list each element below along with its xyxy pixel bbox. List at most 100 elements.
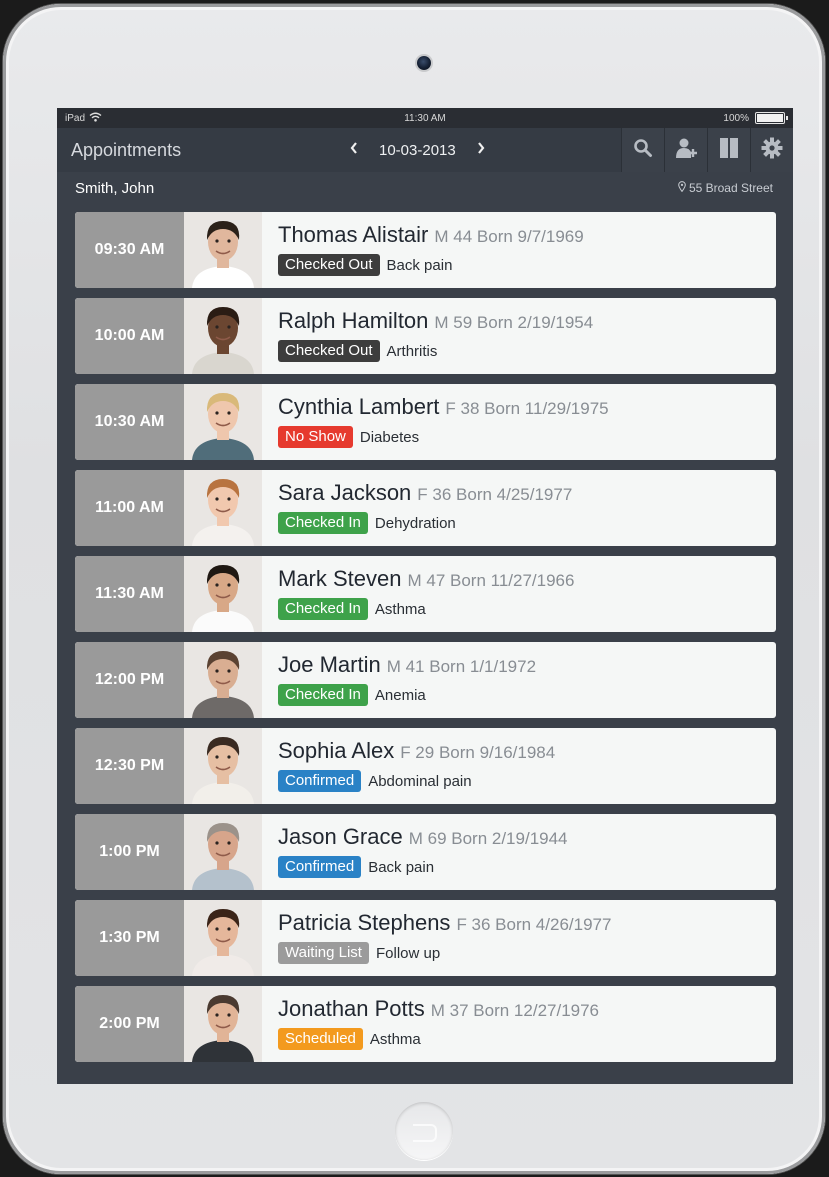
patient-demographics: M 59 Born 2/19/1954 <box>434 313 594 332</box>
patient-photo <box>184 298 262 374</box>
patient-demographics: M 44 Born 9/7/1969 <box>434 227 584 246</box>
toolbar-actions <box>621 128 793 172</box>
patient-header: Cynthia Lambert F 38 Born 11/29/1975 <box>278 394 776 420</box>
appointment-info: Ralph Hamilton M 59 Born 2/19/1954 Check… <box>262 298 776 374</box>
location-label: 55 Broad Street <box>678 181 773 195</box>
patient-photo <box>184 728 262 804</box>
appointment-time: 2:00 PM <box>75 986 184 1062</box>
appointment-row[interactable]: 10:00 AM Ralph Hamilton M 59 Born 2/19/1… <box>75 298 776 374</box>
visit-reason: Back pain <box>386 256 453 274</box>
patient-photo <box>184 986 262 1062</box>
appointment-list: 09:30 AM Thomas Alistair M 44 Born 9/7/1… <box>57 204 793 1062</box>
appointment-info: Sara Jackson F 36 Born 4/25/1977 Checked… <box>262 470 776 546</box>
status-right: 100% <box>723 112 788 124</box>
gear-icon <box>761 137 783 164</box>
visit-reason: Dehydration <box>374 514 456 532</box>
patient-photo <box>184 384 262 460</box>
appointment-row[interactable]: 11:00 AM Sara Jackson F 36 Born 4/25/197… <box>75 470 776 546</box>
patient-demographics: F 36 Born 4/26/1977 <box>456 915 612 934</box>
appointment-row[interactable]: 1:00 PM Jason Grace M 69 Born 2/19/1944 … <box>75 814 776 890</box>
appointment-details: Confirmed Back pain <box>278 856 776 878</box>
appointment-details: Waiting List Follow up <box>278 942 776 964</box>
patient-photo <box>184 642 262 718</box>
split-view-button[interactable] <box>707 128 750 172</box>
appointment-time: 1:30 PM <box>75 900 184 976</box>
appointment-row[interactable]: 12:00 PM Joe Martin M 41 Born 1/1/1972 C… <box>75 642 776 718</box>
home-button[interactable] <box>395 1102 453 1160</box>
camera-icon <box>417 56 431 70</box>
visit-reason: Back pain <box>368 858 435 876</box>
appointment-details: Checked Out Back pain <box>278 254 776 276</box>
patient-name: Ralph Hamilton <box>278 308 429 333</box>
app-screen: iPad 11:30 AM 100% Appointments 10-03-20… <box>57 108 793 1084</box>
page-title: Appointments <box>71 139 182 160</box>
patient-name: Patricia Stephens <box>278 910 451 935</box>
patient-demographics: M 37 Born 12/27/1976 <box>430 1001 600 1020</box>
date-navigator: 10-03-2013 <box>349 128 486 172</box>
patient-header: Jason Grace M 69 Born 2/19/1944 <box>278 824 776 850</box>
appointment-info: Thomas Alistair M 44 Born 9/7/1969 Check… <box>262 212 776 288</box>
patient-name: Jonathan Potts <box>278 996 425 1021</box>
patient-header: Ralph Hamilton M 59 Born 2/19/1954 <box>278 308 776 334</box>
patient-demographics: F 29 Born 9/16/1984 <box>400 743 556 762</box>
appointment-time: 11:00 AM <box>75 470 184 546</box>
status-badge: Checked Out <box>278 254 380 276</box>
appointment-row[interactable]: 11:30 AM Mark Steven M 47 Born 11/27/196… <box>75 556 776 632</box>
patient-name: Sophia Alex <box>278 738 395 763</box>
patient-header: Joe Martin M 41 Born 1/1/1972 <box>278 652 776 678</box>
battery-percent: 100% <box>723 112 749 124</box>
chevron-left-icon[interactable] <box>349 141 359 160</box>
appointment-row[interactable]: 1:30 PM Patricia Stephens F 36 Born 4/26… <box>75 900 776 976</box>
search-button[interactable] <box>621 128 664 172</box>
visit-reason: Abdominal pain <box>368 772 472 790</box>
patient-name: Thomas Alistair <box>278 222 429 247</box>
appointment-row[interactable]: 09:30 AM Thomas Alistair M 44 Born 9/7/1… <box>75 212 776 288</box>
provider-name[interactable]: Smith, John <box>75 180 154 197</box>
status-badge: Confirmed <box>278 856 362 878</box>
patient-demographics: F 36 Born 4/25/1977 <box>417 485 573 504</box>
appointment-details: Confirmed Abdominal pain <box>278 770 776 792</box>
appointment-details: No Show Diabetes <box>278 426 776 448</box>
appointment-time: 11:30 AM <box>75 556 184 632</box>
status-badge: Confirmed <box>278 770 362 792</box>
appointment-time: 09:30 AM <box>75 212 184 288</box>
patient-name: Cynthia Lambert <box>278 394 440 419</box>
patient-header: Sara Jackson F 36 Born 4/25/1977 <box>278 480 776 506</box>
map-pin-icon <box>678 181 686 195</box>
visit-reason: Asthma <box>369 1030 421 1048</box>
appointment-row[interactable]: 2:00 PM Jonathan Potts M 37 Born 12/27/1… <box>75 986 776 1062</box>
appointment-time: 12:00 PM <box>75 642 184 718</box>
appointment-row[interactable]: 12:30 PM Sophia Alex F 29 Born 9/16/1984… <box>75 728 776 804</box>
chevron-right-icon[interactable] <box>476 141 486 160</box>
appointment-details: Checked In Dehydration <box>278 512 776 534</box>
tablet-frame: iPad 11:30 AM 100% Appointments 10-03-20… <box>3 4 825 1174</box>
add-user-button[interactable] <box>664 128 707 172</box>
patient-photo <box>184 556 262 632</box>
appointment-info: Cynthia Lambert F 38 Born 11/29/1975 No … <box>262 384 776 460</box>
visit-reason: Arthritis <box>386 342 438 360</box>
status-badge: Waiting List <box>278 942 369 964</box>
location-text: 55 Broad Street <box>688 181 773 195</box>
appointment-time: 1:00 PM <box>75 814 184 890</box>
current-date[interactable]: 10-03-2013 <box>379 142 456 159</box>
appointment-row[interactable]: 10:30 AM Cynthia Lambert F 38 Born 11/29… <box>75 384 776 460</box>
patient-photo <box>184 212 262 288</box>
status-badge: Checked Out <box>278 340 380 362</box>
status-time: 11:30 AM <box>404 112 446 124</box>
appointment-time: 12:30 PM <box>75 728 184 804</box>
appointment-info: Jason Grace M 69 Born 2/19/1944 Confirme… <box>262 814 776 890</box>
search-icon <box>633 138 653 163</box>
status-badge: Checked In <box>278 684 368 706</box>
patient-demographics: M 41 Born 1/1/1972 <box>386 657 537 676</box>
visit-reason: Asthma <box>374 600 426 618</box>
appointment-time: 10:30 AM <box>75 384 184 460</box>
appointment-info: Joe Martin M 41 Born 1/1/1972 Checked In… <box>262 642 776 718</box>
patient-name: Sara Jackson <box>278 480 412 505</box>
settings-button[interactable] <box>750 128 793 172</box>
appointment-info: Mark Steven M 47 Born 11/27/1966 Checked… <box>262 556 776 632</box>
status-badge: Checked In <box>278 598 368 620</box>
patient-name: Jason Grace <box>278 824 403 849</box>
appointment-details: Checked In Anemia <box>278 684 776 706</box>
appointment-details: Checked Out Arthritis <box>278 340 776 362</box>
appointment-details: Scheduled Asthma <box>278 1028 776 1050</box>
